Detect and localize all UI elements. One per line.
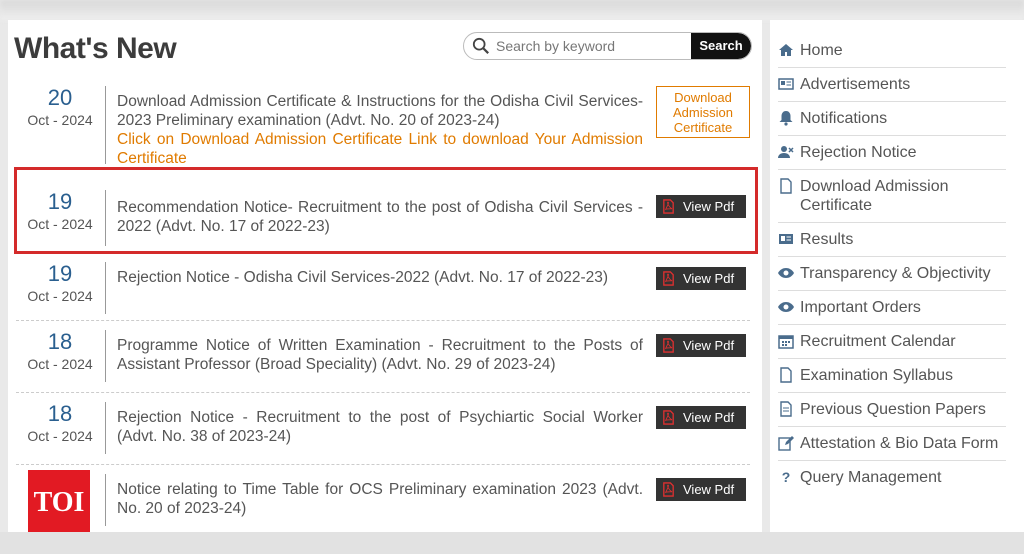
sidebar-item-rejection-notice[interactable]: Rejection Notice <box>778 136 1006 170</box>
sidebar-item-label: Important Orders <box>800 299 921 316</box>
notice-title: Rejection Notice - Odisha Civil Services… <box>117 269 609 286</box>
file-text-icon <box>778 401 794 417</box>
highlight-box <box>14 167 758 254</box>
sidebar-item-label: Examination Syllabus <box>800 367 953 384</box>
date-month: Oct - 2024 <box>27 288 93 304</box>
question-icon: ? <box>781 469 791 485</box>
row-separator <box>16 320 750 321</box>
date-month: Oct - 2024 <box>27 112 93 128</box>
search-icon <box>472 37 489 54</box>
sidebar-item-results[interactable]: Results <box>778 223 1006 257</box>
view-pdf-button[interactable]: View Pdf <box>656 478 746 501</box>
notice-title: Download Admission Certificate & Instruc… <box>117 93 643 129</box>
sidebar-item-previous-question-papers[interactable]: Previous Question Papers <box>778 393 1006 427</box>
notice-subtext[interactable]: Click on Download Admission Certificate … <box>117 130 643 168</box>
view-pdf-label: View Pdf <box>683 410 735 425</box>
search-button[interactable]: Search <box>691 33 751 59</box>
home-icon <box>778 42 794 58</box>
date-month: Oct - 2024 <box>27 428 93 444</box>
download-admission-certificate-button[interactable]: Download Admission Certificate <box>656 86 750 138</box>
user-times-icon <box>778 144 794 160</box>
date-day: 18 <box>47 401 73 426</box>
date-day: 19 <box>47 261 73 286</box>
sidebar-item-label: Home <box>800 42 843 59</box>
date-day: 18 <box>47 329 73 354</box>
view-pdf-button[interactable]: View Pdf <box>656 267 746 290</box>
sidebar-item-download-admission-certificate[interactable]: Download Admission Certificate <box>778 170 1006 223</box>
sidebar-item-label: Download Admission Certificate <box>800 178 949 214</box>
sidebar-item-label: Query Management <box>800 469 942 486</box>
view-pdf-button[interactable]: View Pdf <box>656 406 746 429</box>
pdf-icon <box>663 338 674 353</box>
sidebar-item-label: Notifications <box>800 110 888 127</box>
sidebar-item-label: Transparency & Objectivity <box>800 265 991 282</box>
notice-title: Programme Notice of Written Examination … <box>117 337 643 373</box>
sidebar-item-label: Results <box>800 231 854 248</box>
bottom-blur <box>0 532 1024 554</box>
calendar-icon <box>778 333 794 349</box>
sidebar-item-label: Previous Question Papers <box>800 401 986 418</box>
date: 18 Oct - 2024 <box>18 402 102 446</box>
file-icon <box>778 178 794 194</box>
notice-title: Rejection Notice - Recruitment to the po… <box>117 409 643 445</box>
eye-icon <box>778 265 794 281</box>
sidebar-item-label: Rejection Notice <box>800 144 917 161</box>
divider <box>105 474 106 526</box>
whats-new-panel: What's New Search 20 Oct - 2024 Download… <box>8 20 762 532</box>
file-icon <box>778 367 794 383</box>
sidebar-item-recruitment-calendar[interactable]: Recruitment Calendar <box>778 325 1006 359</box>
eye-icon <box>778 299 794 315</box>
toi-watermark-logo: TOI <box>28 470 90 532</box>
date-month: Oct - 2024 <box>27 356 93 372</box>
newspaper-icon <box>778 76 794 92</box>
edit-icon <box>778 435 794 451</box>
search-input[interactable] <box>494 35 688 57</box>
sidebar-item-label: Attestation & Bio Data Form <box>800 435 999 452</box>
id-card-icon <box>778 231 794 247</box>
divider <box>105 402 106 454</box>
row-separator <box>16 392 750 393</box>
sidebar-item-label: Advertisements <box>800 76 911 93</box>
sidebar-item-attestation-bio-data-form[interactable]: Attestation & Bio Data Form <box>778 427 1006 461</box>
page-title: What's New <box>14 32 177 65</box>
sidebar-item-home[interactable]: Home <box>778 34 1006 68</box>
view-pdf-label: View Pdf <box>683 271 735 286</box>
pdf-icon <box>663 271 674 286</box>
view-pdf-label: View Pdf <box>683 338 735 353</box>
sidebar-item-query-management[interactable]: ? Query Management <box>778 461 1006 494</box>
sidebar-item-important-orders[interactable]: Important Orders <box>778 291 1006 325</box>
divider <box>105 330 106 382</box>
date: 19 Oct - 2024 <box>18 262 102 306</box>
divider <box>105 86 106 164</box>
sidebar-menu: Home Advertisements Notifications Reject… <box>778 34 1006 494</box>
date-day: 20 <box>47 85 73 110</box>
notice-text: Download Admission Certificate & Instruc… <box>117 92 643 168</box>
top-blur <box>0 0 1024 20</box>
sidebar-item-examination-syllabus[interactable]: Examination Syllabus <box>778 359 1006 393</box>
search-bar: Search <box>463 32 752 60</box>
sidebar-item-notifications[interactable]: Notifications <box>778 102 1006 136</box>
sidebar-item-transparency-objectivity[interactable]: Transparency & Objectivity <box>778 257 1006 291</box>
bell-icon <box>778 110 794 126</box>
notice-title: Notice relating to Time Table for OCS Pr… <box>117 481 643 517</box>
pdf-icon <box>663 482 674 497</box>
date: 18 Oct - 2024 <box>18 330 102 374</box>
date: 20 Oct - 2024 <box>18 86 102 130</box>
sidebar-item-advertisements[interactable]: Advertisements <box>778 68 1006 102</box>
view-pdf-label: View Pdf <box>683 482 735 497</box>
sidebar: Home Advertisements Notifications Reject… <box>770 20 1024 532</box>
row-separator <box>16 464 750 465</box>
sidebar-item-label: Recruitment Calendar <box>800 333 956 350</box>
view-pdf-button[interactable]: View Pdf <box>656 334 746 357</box>
pdf-icon <box>663 410 674 425</box>
divider <box>105 262 106 314</box>
